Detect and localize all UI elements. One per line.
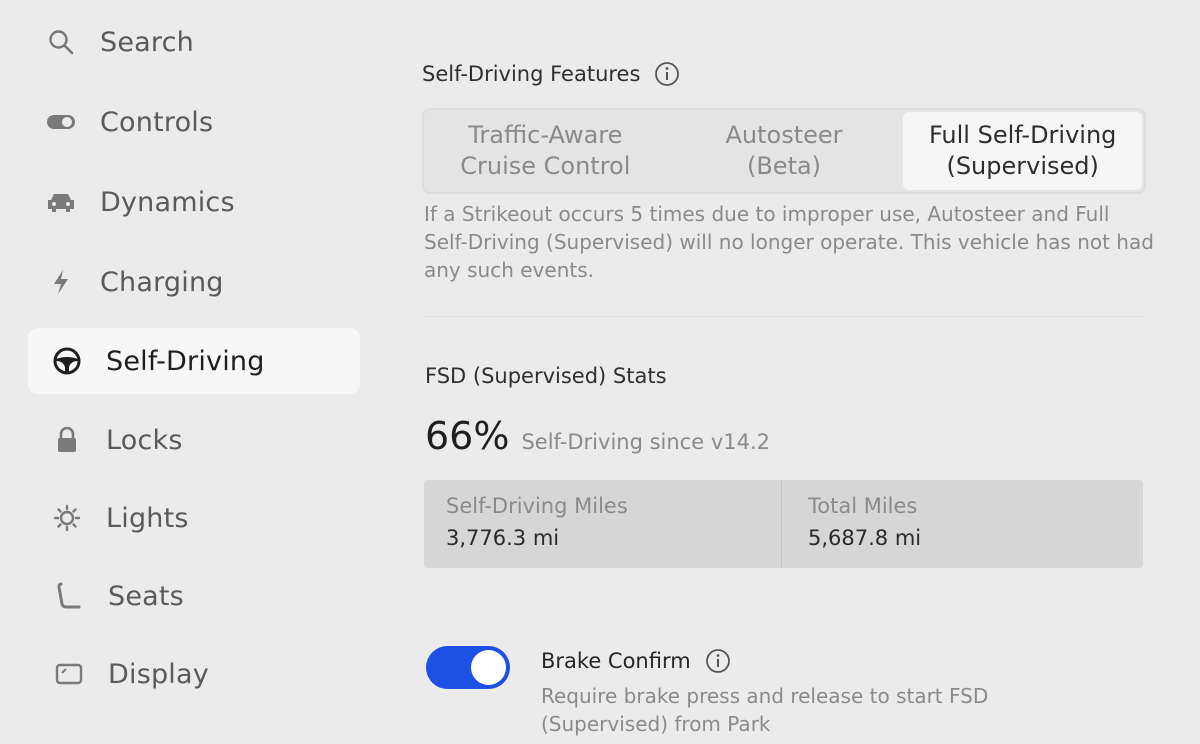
toggle-knob bbox=[471, 650, 506, 685]
percent-value: 66% bbox=[425, 414, 510, 458]
self-driving-miles-stat: Self-Driving Miles 3,776.3 mi bbox=[424, 480, 781, 568]
sidebar-item-label: Display bbox=[108, 658, 209, 690]
brake-confirm-toggle[interactable] bbox=[426, 646, 510, 689]
display-icon bbox=[54, 659, 84, 689]
brake-confirm-title-row: Brake Confirm bbox=[541, 648, 731, 674]
option-traffic-aware-cruise-control[interactable]: Traffic-Aware Cruise Control bbox=[426, 112, 665, 190]
percent-caption: Self-Driving since v14.2 bbox=[521, 430, 771, 454]
sidebar-item-charging[interactable]: Charging bbox=[46, 250, 224, 314]
stat-value: 3,776.3 mi bbox=[446, 526, 560, 550]
option-full-self-driving[interactable]: Full Self-Driving (Supervised) bbox=[903, 112, 1143, 190]
sidebar-item-label: Controls bbox=[100, 106, 214, 138]
info-icon[interactable] bbox=[705, 648, 731, 674]
sidebar-item-locks[interactable]: Locks bbox=[52, 408, 183, 472]
stat-value: 5,687.8 mi bbox=[808, 526, 922, 550]
option-line: Cruise Control bbox=[460, 152, 631, 180]
option-line: Full Self-Driving bbox=[928, 121, 1117, 149]
search-icon bbox=[46, 27, 76, 57]
section-divider bbox=[424, 316, 1146, 317]
sidebar-item-label: Seats bbox=[108, 580, 184, 612]
sidebar-item-label: Lights bbox=[106, 502, 189, 534]
brake-confirm-description: Require brake press and release to start… bbox=[541, 684, 989, 736]
sun-icon bbox=[52, 503, 82, 533]
stat-label: Self-Driving Miles bbox=[446, 494, 628, 518]
option-autosteer[interactable]: Autosteer (Beta) bbox=[665, 112, 904, 190]
sidebar-item-label: Self-Driving bbox=[106, 345, 265, 377]
sidebar-item-lights[interactable]: Lights bbox=[52, 486, 189, 550]
sidebar-item-label: Charging bbox=[100, 266, 224, 298]
settings-sidebar: Search Controls Dynamics Charging Self-D… bbox=[0, 0, 380, 744]
self-driving-percentage: 66% Self-Driving since v14.2 bbox=[425, 414, 770, 458]
lightning-icon bbox=[46, 267, 76, 297]
sidebar-item-seats[interactable]: Seats bbox=[54, 564, 184, 628]
features-section-title: Self-Driving Features bbox=[422, 61, 680, 87]
seat-icon bbox=[54, 581, 84, 611]
miles-stats-box: Self-Driving Miles 3,776.3 mi Total Mile… bbox=[424, 480, 1143, 568]
sidebar-item-label: Search bbox=[100, 26, 194, 58]
option-line: (Supervised) bbox=[946, 152, 1099, 180]
sidebar-item-display[interactable]: Display bbox=[54, 642, 209, 706]
option-line: Traffic-Aware bbox=[468, 121, 623, 149]
sidebar-item-search[interactable]: Search bbox=[46, 10, 194, 74]
sidebar-item-label: Locks bbox=[106, 424, 183, 456]
steering-wheel-icon bbox=[52, 346, 82, 376]
driving-mode-selector: Traffic-Aware Cruise Control Autosteer (Be… bbox=[422, 108, 1146, 194]
strikeout-description: If a Strikeout occurs 5 times due to imp… bbox=[424, 202, 1154, 282]
sidebar-item-dynamics[interactable]: Dynamics bbox=[46, 170, 235, 234]
stats-title: FSD (Supervised) Stats bbox=[425, 364, 667, 388]
sidebar-item-label: Dynamics bbox=[100, 186, 235, 218]
toggle-icon bbox=[46, 107, 76, 137]
stat-label: Total Miles bbox=[808, 494, 918, 518]
option-line: (Beta) bbox=[746, 152, 822, 180]
sidebar-item-self-driving[interactable]: Self-Driving bbox=[28, 328, 360, 394]
info-icon[interactable] bbox=[654, 61, 680, 87]
features-title: Self-Driving Features bbox=[422, 62, 641, 86]
sidebar-item-controls[interactable]: Controls bbox=[46, 90, 213, 154]
option-line: Autosteer bbox=[725, 121, 843, 149]
car-icon bbox=[46, 187, 76, 217]
lock-icon bbox=[52, 425, 82, 455]
total-miles-stat: Total Miles 5,687.8 mi bbox=[781, 480, 1143, 568]
brake-confirm-title: Brake Confirm bbox=[541, 649, 691, 673]
